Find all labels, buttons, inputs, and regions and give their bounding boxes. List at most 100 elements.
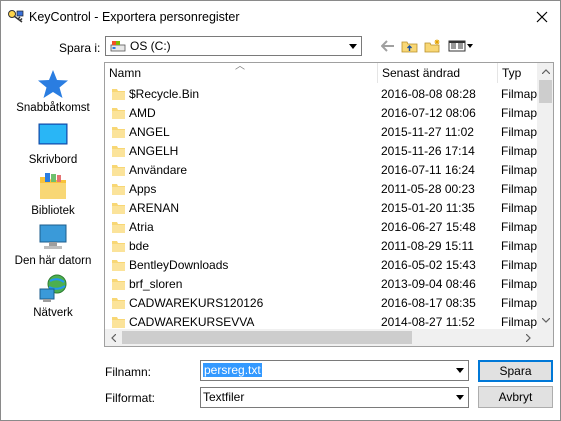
file-date: 2013-09-04 08:46 <box>381 277 476 291</box>
file-name: ARENAN <box>129 201 180 215</box>
vertical-scroll-thumb[interactable] <box>539 80 552 103</box>
file-list-header: Namn ︿ Senast ändrad Typ <box>105 63 537 83</box>
back-button[interactable] <box>377 36 399 56</box>
format-dropdown[interactable]: Textfiler <box>200 387 469 408</box>
scroll-left-button[interactable] <box>105 329 122 346</box>
window-title: KeyControl - Exportera personregister <box>29 10 240 24</box>
scroll-right-button[interactable] <box>520 329 537 346</box>
file-date: 2016-06-27 15:48 <box>381 220 476 234</box>
file-date: 2016-07-11 16:24 <box>381 163 475 177</box>
place-this-pc[interactable]: Den här datorn <box>11 221 95 267</box>
file-name: Atria <box>129 220 154 234</box>
filename-dropdown-arrow[interactable] <box>451 361 468 380</box>
file-type: Filmapp <box>501 201 537 215</box>
file-row[interactable]: $Recycle.Bin 2016-08-08 08:28 Filmapp <box>105 85 537 104</box>
file-name: AMD <box>129 106 156 120</box>
place-label: Snabbåtkomst <box>16 102 90 114</box>
place-network[interactable]: Nätverk <box>11 273 95 319</box>
folder-icon <box>112 317 125 328</box>
folder-icon <box>112 203 125 214</box>
save-in-label: Spara i: <box>59 41 101 55</box>
place-quick-access[interactable]: Snabbåtkomst <box>11 68 95 114</box>
file-name: ANGEL <box>129 125 170 139</box>
horizontal-scroll-thumb[interactable] <box>122 331 412 344</box>
file-date: 2015-11-26 17:14 <box>381 144 475 158</box>
file-type: Filmapp <box>501 239 537 253</box>
save-in-value: OS (C:) <box>130 39 171 53</box>
folder-icon <box>112 165 125 176</box>
save-button[interactable]: Spara <box>478 360 553 382</box>
chevron-down-icon <box>455 395 464 400</box>
vertical-scrollbar[interactable] <box>537 63 553 329</box>
view-menu-icon <box>448 40 473 52</box>
file-type: Filmapp <box>501 144 537 158</box>
folder-icon <box>112 260 125 271</box>
save-in-dropdown-arrow[interactable] <box>344 37 361 55</box>
computer-icon <box>39 224 67 249</box>
horizontal-scrollbar[interactable] <box>105 329 537 346</box>
desktop-icon <box>38 123 68 145</box>
chevron-up-icon <box>541 69 550 74</box>
file-type: Filmapp <box>501 315 537 329</box>
scroll-down-button[interactable] <box>537 312 553 329</box>
file-row[interactable]: AMD 2016-07-12 08:06 Filmapp <box>105 104 537 123</box>
folder-icon <box>112 127 125 138</box>
file-row[interactable]: Användare 2016-07-11 16:24 Filmapp <box>105 161 537 180</box>
place-label: Den här datorn <box>14 255 92 267</box>
filename-value: persreg.txt <box>203 363 262 377</box>
cancel-button[interactable]: Avbryt <box>478 386 553 408</box>
file-name: Användare <box>129 163 188 177</box>
up-folder-icon <box>401 41 418 53</box>
file-date: 2014-08-27 11:52 <box>381 315 475 329</box>
up-folder-button[interactable] <box>399 36 421 56</box>
format-value: Textfiler <box>203 390 245 404</box>
file-type: Filmapp <box>501 220 537 234</box>
network-icon <box>39 274 67 302</box>
chevron-down-icon <box>541 318 550 323</box>
folder-icon <box>112 146 125 157</box>
file-row[interactable]: Apps 2011-05-28 00:23 Filmapp <box>105 180 537 199</box>
file-list[interactable]: Namn ︿ Senast ändrad Typ $Recycle.Bin 201… <box>104 62 554 347</box>
format-dropdown-arrow[interactable] <box>451 388 468 407</box>
column-header-date[interactable]: Senast ändrad <box>378 63 498 83</box>
column-header-type[interactable]: Typ <box>498 63 537 83</box>
chevron-right-icon <box>526 333 531 342</box>
new-folder-icon <box>424 39 440 53</box>
file-name: $Recycle.Bin <box>129 87 200 101</box>
file-row[interactable]: ANGEL 2015-11-27 11:02 Filmapp <box>105 123 537 142</box>
file-row[interactable]: brf_sloren 2013-09-04 08:46 Filmapp <box>105 275 537 294</box>
file-type: Filmapp <box>501 125 537 139</box>
file-date: 2011-05-28 00:23 <box>381 182 475 196</box>
file-rows: $Recycle.Bin 2016-08-08 08:28 Filmapp AMD 20… <box>105 85 537 332</box>
file-row[interactable]: ANGELH 2015-11-26 17:14 Filmapp <box>105 142 537 161</box>
file-type: Filmapp <box>501 277 537 291</box>
chevron-down-icon <box>348 43 357 49</box>
file-type: Filmapp <box>501 106 537 120</box>
place-libraries[interactable]: Bibliotek <box>11 171 95 217</box>
place-label: Nätverk <box>33 307 73 319</box>
close-button[interactable] <box>526 5 558 29</box>
new-folder-button[interactable] <box>422 36 444 56</box>
format-label: Filformat: <box>105 391 156 405</box>
keycontrol-app-icon <box>8 10 24 23</box>
file-row[interactable]: ARENAN 2015-01-20 11:35 Filmapp <box>105 199 537 218</box>
file-date: 2016-08-08 08:28 <box>381 87 476 101</box>
folder-icon <box>112 279 125 290</box>
close-icon <box>536 11 548 23</box>
save-in-dropdown[interactable]: OS (C:) <box>105 36 362 56</box>
file-row[interactable]: CADWAREKURS120126 2016-08-17 08:35 Filmapp <box>105 294 537 313</box>
filename-input[interactable]: persreg.txt <box>200 360 469 381</box>
file-row[interactable]: BentleyDownloads 2016-05-02 15:43 Filmapp <box>105 256 537 275</box>
folder-icon <box>112 241 125 252</box>
file-row[interactable]: bde 2011-08-29 15:11 Filmapp <box>105 237 537 256</box>
folder-icon <box>112 222 125 233</box>
place-desktop[interactable]: Skrivbord <box>11 120 95 166</box>
folder-icon <box>112 108 125 119</box>
title-bar: KeyControl - Exportera personregister <box>1 1 560 33</box>
file-row[interactable]: Atria 2016-06-27 15:48 Filmapp <box>105 218 537 237</box>
view-menu-button[interactable] <box>446 36 476 56</box>
place-label: Bibliotek <box>31 205 75 217</box>
file-name: CADWAREKURSEVVA <box>129 315 255 329</box>
scroll-up-button[interactable] <box>537 63 553 80</box>
library-icon <box>40 173 66 199</box>
